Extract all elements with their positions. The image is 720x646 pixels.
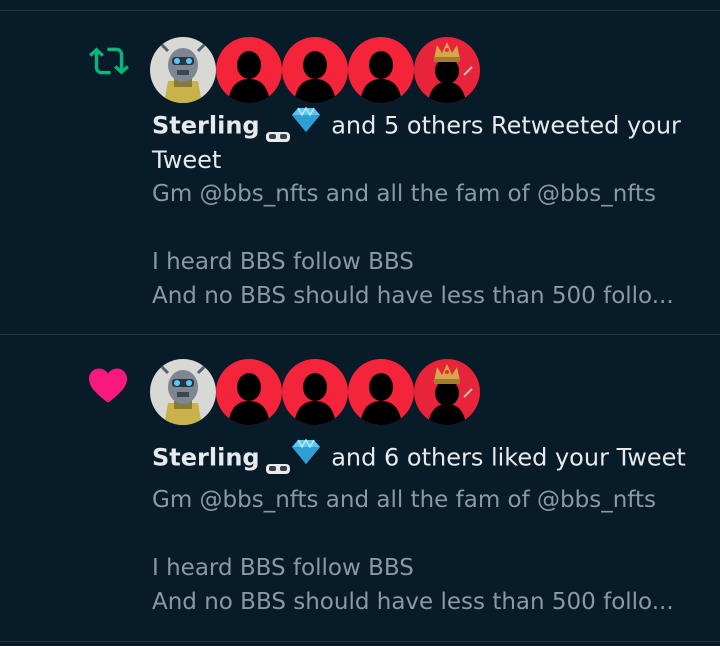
tweet-line: Gm @bbs_nfts and all the fam of @bbs_nft… bbox=[152, 181, 656, 207]
notification-like[interactable]: Sterling and 6 others liked your Tweet G… bbox=[0, 335, 720, 641]
tweet-line: I heard BBS follow BBS bbox=[152, 555, 414, 581]
avatar-row bbox=[150, 37, 480, 103]
avatar-row bbox=[150, 359, 480, 425]
action-text: and 6 others liked your Tweet bbox=[323, 443, 686, 472]
crowned-avatar[interactable] bbox=[414, 37, 480, 103]
tweet-line: Gm @bbs_nfts and all the fam of @bbs_nft… bbox=[152, 487, 656, 513]
retweet-icon bbox=[86, 41, 132, 85]
tweet-preview[interactable]: Gm @bbs_nfts and all the fam of @bbs_nft… bbox=[152, 177, 712, 313]
vr-glasses-emoji bbox=[265, 119, 290, 142]
notification-headline: Sterling and 6 others liked your Tweet bbox=[152, 438, 712, 476]
gem-emoji bbox=[291, 106, 320, 141]
silhouette-avatar[interactable] bbox=[348, 37, 414, 103]
silhouette-avatar[interactable] bbox=[216, 37, 282, 103]
vr-glasses-emoji bbox=[265, 451, 290, 474]
tweet-line: And no BBS should have less than 500 fol… bbox=[152, 283, 674, 309]
crowned-avatar[interactable] bbox=[414, 359, 480, 425]
tweet-preview[interactable]: Gm @bbs_nfts and all the fam of @bbs_nft… bbox=[152, 483, 712, 619]
robot-avatar[interactable] bbox=[150, 359, 216, 425]
silhouette-avatar[interactable] bbox=[282, 359, 348, 425]
tweet-line: And no BBS should have less than 500 fol… bbox=[152, 589, 674, 615]
actor-name[interactable]: Sterling bbox=[152, 112, 260, 140]
tweet-line: I heard BBS follow BBS bbox=[152, 249, 414, 275]
actor-name[interactable]: Sterling bbox=[152, 444, 260, 472]
robot-avatar[interactable] bbox=[150, 37, 216, 103]
heart-icon bbox=[87, 365, 129, 407]
gem-emoji bbox=[291, 438, 320, 473]
silhouette-avatar[interactable] bbox=[348, 359, 414, 425]
notification-retweet[interactable]: Sterling and 5 others Retweeted your Twe… bbox=[0, 11, 720, 334]
silhouette-avatar[interactable] bbox=[216, 359, 282, 425]
silhouette-avatar[interactable] bbox=[282, 37, 348, 103]
notification-headline: Sterling and 5 others Retweeted your Twe… bbox=[152, 106, 712, 177]
bottom-divider bbox=[0, 641, 720, 642]
